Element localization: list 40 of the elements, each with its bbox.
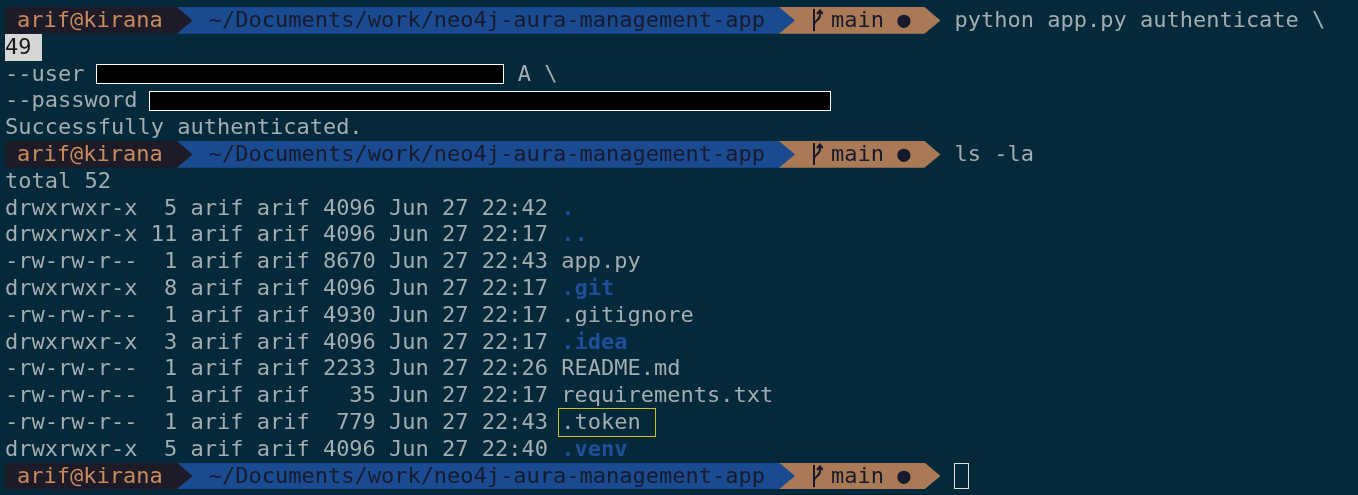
prompt-user: arif@kirana [5,462,193,490]
prompt-user: arif@kirana [5,7,193,34]
selected-text: 49 [5,33,42,61]
prompt-branch: main ● [779,7,941,34]
output-text: total 52 [5,167,111,195]
command-text: ls -la [954,141,1034,168]
output-text: Successfully authenticated. [5,114,363,141]
option-text: --password [5,87,138,115]
file-info: -rw-rw-r-- 1 arif arif 4930 Jun 27 22:17 [5,301,550,329]
branch-icon [811,9,823,32]
file-info: drwxrwxr-x 8 arif arif 4096 Jun 27 22:17 [5,274,550,302]
file-info: drwxrwxr-x 5 arif arif 4096 Jun 27 22:42 [5,194,550,222]
file-name: .token [559,408,655,436]
file-name: .venv [560,435,628,463]
file-info: -rw-rw-r-- 1 arif arif 8670 Jun 27 22:43 [5,248,550,275]
file-name: requirements.txt [560,382,774,409]
prompt-path: ~/Documents/work/neo4j-aura-management-app [176,462,795,490]
branch-icon [811,143,823,166]
file-name: .idea [560,328,628,356]
file-info: -rw-rw-r-- 1 arif arif 2233 Jun 27 22:26 [5,355,550,383]
option-tail: A \ [516,60,558,88]
prompt-branch: main ● [779,462,941,490]
file-info: -rw-rw-r-- 1 arif arif 35 Jun 27 22:17 [5,382,550,409]
file-name: .. [560,221,588,249]
file-info: -rw-rw-r-- 1 arif arif 779 Jun 27 22:43 [5,408,550,436]
branch-icon [811,464,823,487]
file-name: README.md [560,355,681,383]
prompt-path: ~/Documents/work/neo4j-aura-management-app [176,141,795,168]
option-text: --user [5,60,85,88]
prompt-user: arif@kirana [5,141,193,168]
prompt-path: ~/Documents/work/neo4j-aura-management-app [176,7,795,34]
file-name: . [560,194,575,222]
file-info: drwxrwxr-x 11 arif arif 4096 Jun 27 22:17 [5,221,550,249]
file-name: .git [560,274,615,302]
file-name: app.py [560,248,641,275]
prompt-branch: main ● [779,141,941,168]
file-name: .gitignore [560,301,694,329]
command-text: python app.py authenticate \ [954,7,1326,34]
file-info: drwxrwxr-x 3 arif arif 4096 Jun 27 22:17 [5,328,550,356]
file-info: drwxrwxr-x 5 arif arif 4096 Jun 27 22:40 [5,435,550,463]
